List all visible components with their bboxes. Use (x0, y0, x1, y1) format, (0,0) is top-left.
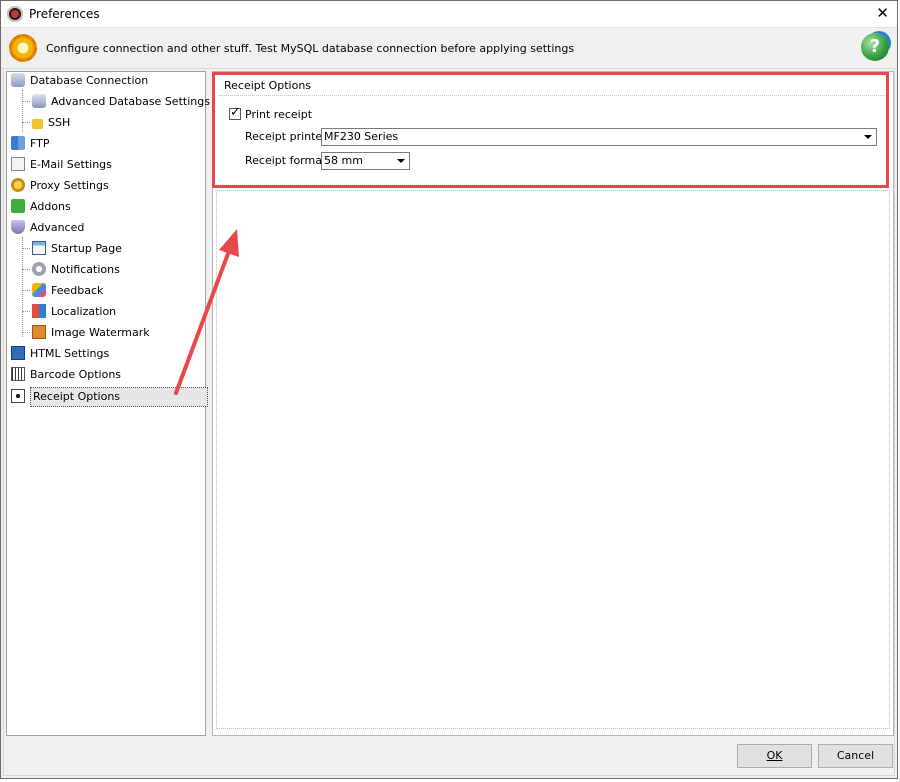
tree-connector (22, 269, 30, 270)
tree-item-database-connection[interactable]: Database Connection (11, 72, 148, 90)
tree-item-ftp[interactable]: FTP (11, 135, 50, 153)
tree-connector (22, 248, 30, 249)
receipt-printer-select[interactable]: MF230 Series (321, 128, 877, 146)
receipt-icon (11, 389, 25, 403)
content-area (216, 190, 890, 729)
email-icon (11, 157, 25, 171)
preferences-window: Preferences ✕ Configure connection and o… (0, 0, 898, 779)
tree-connector (22, 101, 30, 102)
tree-item-label: Localization (51, 305, 117, 318)
gear-icon (9, 34, 37, 62)
tree-item-label: Image Watermark (51, 326, 150, 339)
tree-item-advanced-database-settings[interactable]: Advanced Database Settings (32, 93, 210, 111)
tree-item-image-watermark[interactable]: Image Watermark (32, 324, 150, 342)
tree-item-label: Notifications (51, 263, 120, 276)
lock-icon (32, 119, 43, 129)
database-icon (11, 73, 25, 87)
tree-connector (22, 332, 30, 333)
tree-item-label: Startup Page (51, 242, 122, 255)
proxy-icon (11, 178, 25, 192)
tree-item-label: FTP (30, 137, 50, 150)
receipt-format-value: 58 mm (324, 154, 363, 167)
chevron-down-icon[interactable] (397, 159, 405, 163)
tree-item-label: Barcode Options (30, 368, 122, 381)
cancel-button-label: Cancel (836, 749, 875, 762)
ok-button-label: OK (766, 749, 783, 762)
header-band: Configure connection and other stuff. Te… (1, 28, 897, 69)
tree-item-ssh[interactable]: SSH (32, 114, 70, 132)
print-receipt-label[interactable]: Print receipt (245, 108, 312, 121)
tree-item-receipt-options[interactable]: Receipt Options (11, 387, 208, 407)
tree-connector (22, 311, 30, 312)
ftp-icon (11, 136, 25, 150)
ok-button[interactable]: OK (737, 744, 812, 768)
tree-item-localization[interactable]: Localization (32, 303, 116, 321)
tree-item-html-settings[interactable]: HTML Settings (11, 345, 109, 363)
receipt-printer-label: Receipt printer (245, 130, 327, 143)
feedback-icon (32, 283, 46, 297)
receipt-format-label: Receipt format (245, 154, 327, 167)
window-title: Preferences (29, 7, 100, 21)
tree-item-advanced[interactable]: Advanced (11, 219, 84, 237)
database-settings-icon (32, 94, 46, 108)
title-bar[interactable]: Preferences ✕ (1, 1, 897, 28)
tree-connector (22, 290, 30, 291)
group-separator (219, 95, 887, 96)
receipt-format-select[interactable]: 58 mm (321, 152, 410, 170)
group-title: Receipt Options (224, 79, 312, 92)
watermark-icon (32, 325, 46, 339)
receipt-options-panel: Receipt Options Print receipt Receipt pr… (212, 71, 894, 736)
localization-icon (32, 304, 46, 318)
tree-item-label: E-Mail Settings (30, 158, 112, 171)
puzzle-icon (11, 199, 25, 213)
cancel-button[interactable]: Cancel (818, 744, 893, 768)
tree-item-label: Receipt Options (30, 387, 208, 407)
tree-item-label: SSH (48, 116, 71, 129)
chevron-down-icon[interactable] (864, 135, 872, 139)
tree-item-label: Advanced (30, 221, 85, 234)
tree-connector (22, 90, 23, 132)
tree-connector (22, 122, 30, 123)
tree-item-label: Addons (30, 200, 71, 213)
tree-item-label: Proxy Settings (30, 179, 109, 192)
barcode-icon (11, 367, 25, 381)
tree-item-email-settings[interactable]: E-Mail Settings (11, 156, 112, 174)
tree-item-label: Feedback (51, 284, 104, 297)
tree-item-feedback[interactable]: Feedback (32, 282, 103, 300)
print-receipt-checkbox[interactable] (229, 105, 241, 120)
help-icon[interactable]: ? (861, 33, 889, 61)
tree-item-barcode-options[interactable]: Barcode Options (11, 366, 121, 384)
tree-item-startup-page[interactable]: Startup Page (32, 240, 122, 258)
tree-item-label: Database Connection (30, 74, 149, 87)
close-icon[interactable]: ✕ (876, 4, 889, 22)
settings-tree[interactable]: Database Connection Advanced Database Se… (6, 71, 210, 736)
tree-item-addons[interactable]: Addons (11, 198, 71, 216)
html-icon (11, 346, 25, 360)
notification-icon (32, 262, 46, 276)
tree-item-proxy-settings[interactable]: Proxy Settings (11, 177, 109, 195)
tree-item-label: Advanced Database Settings (51, 95, 210, 108)
tree-item-label: HTML Settings (30, 347, 110, 360)
receipt-printer-value: MF230 Series (324, 130, 399, 143)
header-description: Configure connection and other stuff. Te… (46, 42, 575, 55)
tree-item-notifications[interactable]: Notifications (32, 261, 120, 279)
shield-icon (11, 220, 25, 234)
app-logo-icon (7, 6, 23, 22)
tree-connector (22, 237, 23, 337)
startup-page-icon (32, 241, 46, 255)
